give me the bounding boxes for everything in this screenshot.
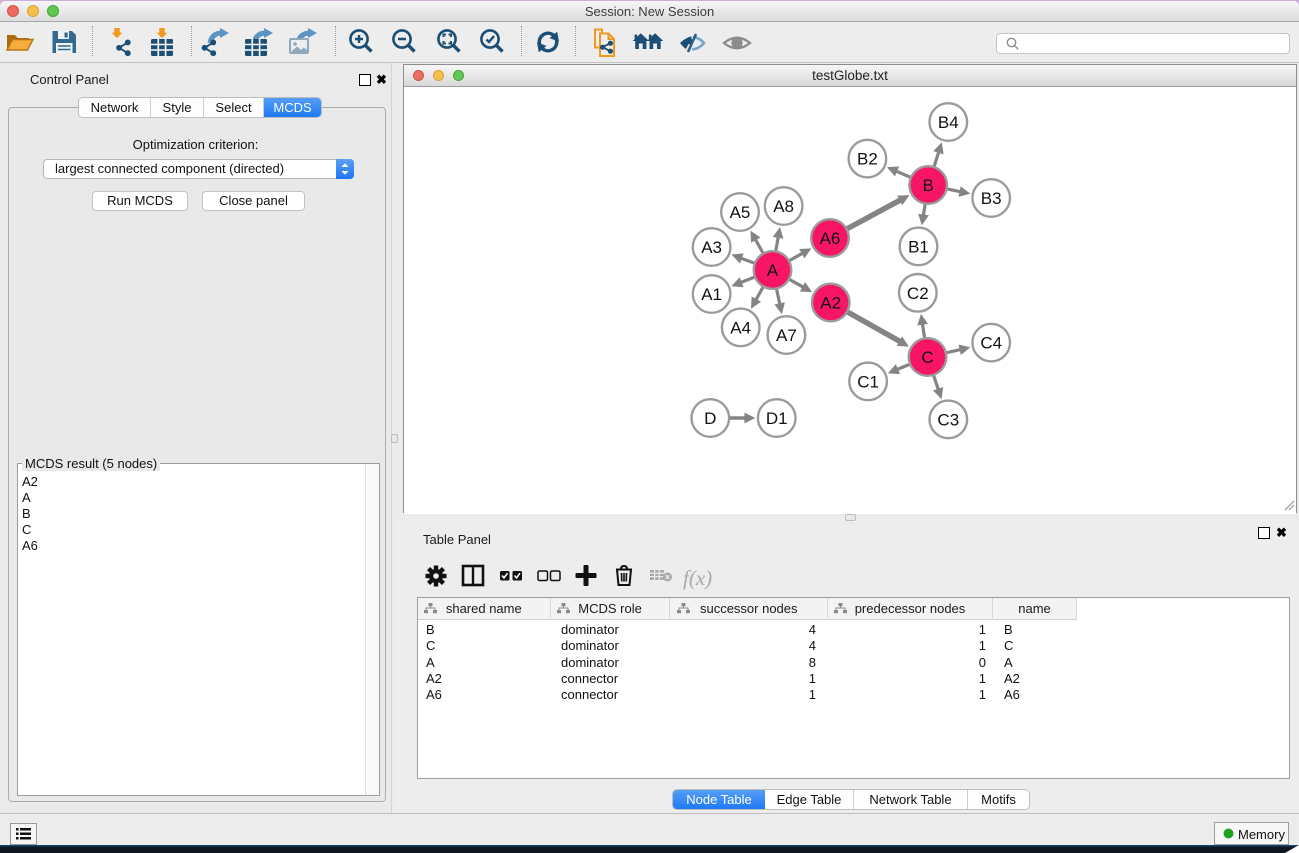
svg-text:B4: B4 (938, 113, 959, 132)
svg-text:A7: A7 (776, 326, 797, 345)
svg-text:B: B (923, 176, 934, 195)
svg-text:C2: C2 (907, 284, 929, 303)
svg-text:A1: A1 (701, 285, 722, 304)
svg-text:A6: A6 (820, 229, 841, 248)
svg-text:C1: C1 (857, 372, 879, 391)
svg-text:C4: C4 (980, 334, 1002, 353)
svg-text:C: C (921, 348, 933, 367)
svg-text:A3: A3 (701, 238, 722, 257)
svg-text:A8: A8 (773, 197, 794, 216)
svg-text:B1: B1 (908, 237, 929, 256)
svg-text:D: D (704, 409, 716, 428)
svg-text:D1: D1 (766, 409, 788, 428)
svg-text:B2: B2 (857, 150, 878, 169)
svg-text:A: A (767, 261, 779, 280)
svg-text:A5: A5 (730, 203, 751, 222)
svg-text:A4: A4 (730, 318, 751, 337)
svg-text:C3: C3 (937, 410, 959, 429)
svg-text:B3: B3 (981, 189, 1002, 208)
svg-text:A2: A2 (820, 294, 841, 313)
